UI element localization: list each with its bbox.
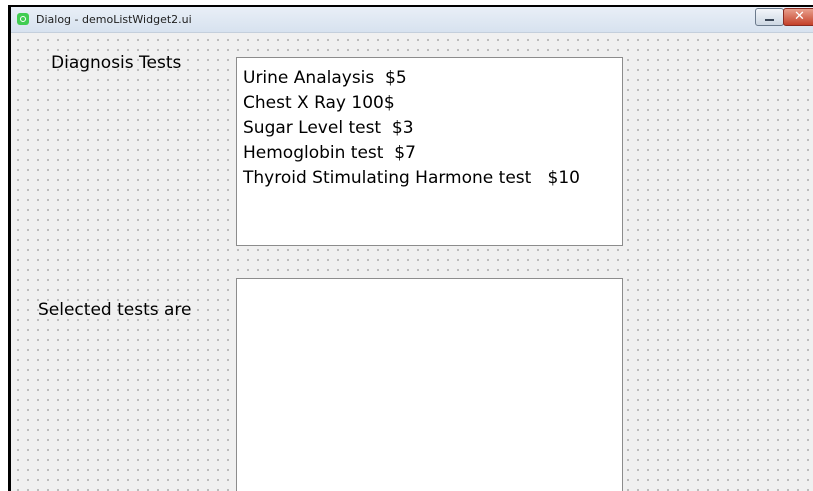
window-title: Dialog - demoListWidget2.ui <box>36 13 192 26</box>
form-canvas: Diagnosis Tests Urine Analaysis $5 Chest… <box>11 33 813 491</box>
list-item[interactable]: Chest X Ray 100$ <box>237 91 622 116</box>
minimize-button[interactable] <box>755 8 784 26</box>
selected-tests-list[interactable] <box>236 278 623 491</box>
minimize-icon <box>765 19 774 21</box>
list-item[interactable]: Urine Analaysis $5 <box>237 66 622 91</box>
list-item[interactable]: Sugar Level test $3 <box>237 116 622 141</box>
diagnosis-tests-list[interactable]: Urine Analaysis $5 Chest X Ray 100$ Suga… <box>236 57 623 246</box>
list-item[interactable]: Hemoglobin test $7 <box>237 141 622 166</box>
dialog-window: Dialog - demoListWidget2.ui ✕ Diagnosis … <box>8 5 813 491</box>
qt-logo-icon <box>17 13 29 25</box>
diagnosis-tests-label: Diagnosis Tests <box>51 53 182 73</box>
close-button[interactable]: ✕ <box>783 8 813 26</box>
title-bar[interactable]: Dialog - demoListWidget2.ui ✕ <box>11 7 813 33</box>
list-item[interactable]: Thyroid Stimulating Harmone test $10 <box>237 166 622 191</box>
close-icon: ✕ <box>794 9 805 24</box>
selected-tests-label: Selected tests are <box>38 300 192 320</box>
